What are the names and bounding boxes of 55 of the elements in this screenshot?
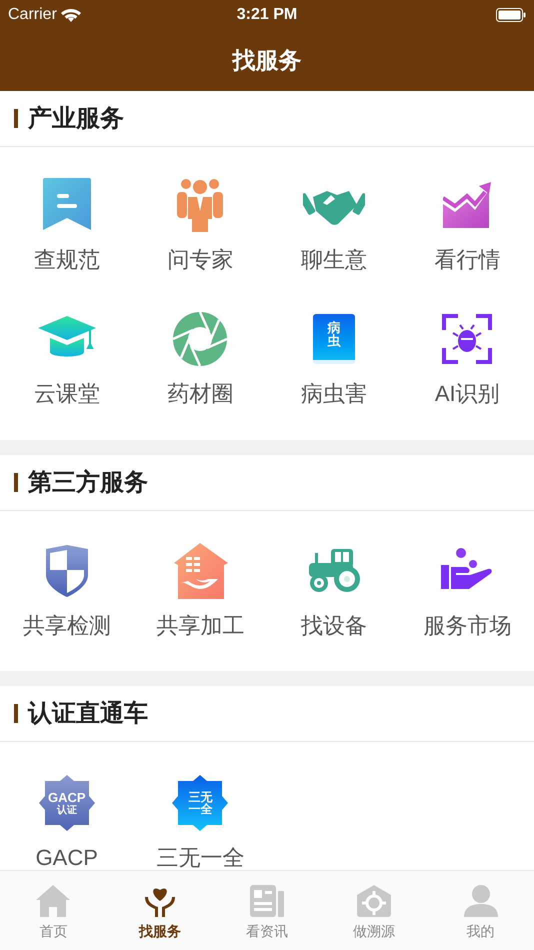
service-label: 服务市场 — [423, 612, 512, 640]
service-item[interactable]: 找设备 — [267, 543, 400, 641]
aperture-icon — [173, 312, 228, 366]
person-icon — [464, 885, 498, 917]
service-item[interactable]: 云课堂 — [0, 311, 134, 409]
service-item[interactable]: 病 虫 病虫害 — [267, 311, 400, 409]
service-label: 三无一全 — [156, 844, 244, 870]
badge-icon: 三无 一全 — [172, 775, 228, 831]
service-item[interactable]: 问专家 — [134, 177, 267, 275]
book-icon: 病 虫 — [312, 314, 355, 364]
section-title: 第三方服务 — [28, 468, 148, 498]
newspaper-icon — [250, 885, 284, 917]
service-label: 看行情 — [434, 246, 500, 274]
section-marker — [14, 704, 18, 723]
battery-icon — [496, 8, 526, 22]
section-marker — [14, 109, 18, 128]
service-label: 病虫害 — [300, 380, 367, 408]
service-item[interactable]: AI识别 — [400, 311, 534, 409]
service-label: AI识别 — [434, 380, 500, 408]
service-item[interactable]: 查规范 — [0, 177, 134, 275]
badge-icon: GACP 认证 — [38, 775, 95, 831]
section-marker — [14, 473, 18, 492]
service-label: 查规范 — [34, 246, 100, 274]
home-icon — [36, 885, 70, 917]
service-label: 找设备 — [300, 612, 367, 640]
service-item[interactable]: 药材圈 — [134, 311, 267, 409]
service-label: 药材圈 — [167, 380, 234, 408]
section-title: 产业服务 — [28, 104, 124, 134]
tractor-icon — [306, 549, 361, 593]
people-group-icon — [177, 178, 224, 232]
service-label: 问专家 — [167, 246, 234, 274]
service-item[interactable]: 共享加工 — [134, 543, 267, 641]
service-label: 聊生意 — [300, 246, 367, 274]
service-label: 共享加工 — [156, 612, 244, 640]
service-label: 云课堂 — [34, 380, 100, 408]
service-item[interactable]: 服务市场 — [400, 543, 534, 641]
service-item[interactable]: GACP 认证 GACP — [0, 775, 134, 870]
house-hand-icon — [172, 543, 228, 599]
section-title: 认证直通车 — [28, 698, 148, 728]
service-item[interactable]: 共享检测 — [0, 543, 134, 641]
chart-trend-icon — [443, 182, 492, 228]
bug-scan-icon — [442, 314, 492, 364]
carrier-name: Carrier — [8, 5, 57, 25]
tab-item[interactable]: 找服务 — [106, 871, 214, 950]
target-house-icon — [356, 885, 391, 917]
service-item[interactable]: 看行情 — [400, 177, 534, 275]
service-label: GACP — [36, 844, 98, 870]
wifi-icon — [60, 8, 81, 22]
nav-title: 找服务 — [232, 46, 302, 76]
service-item[interactable]: 聊生意 — [267, 177, 400, 275]
bookmark-icon — [42, 178, 91, 232]
service-label: 共享检测 — [22, 612, 111, 640]
service-item[interactable]: 三无 一全 三无一全 — [134, 775, 267, 870]
shield-icon — [44, 545, 90, 597]
status-time: 3:21 PM — [236, 5, 298, 25]
